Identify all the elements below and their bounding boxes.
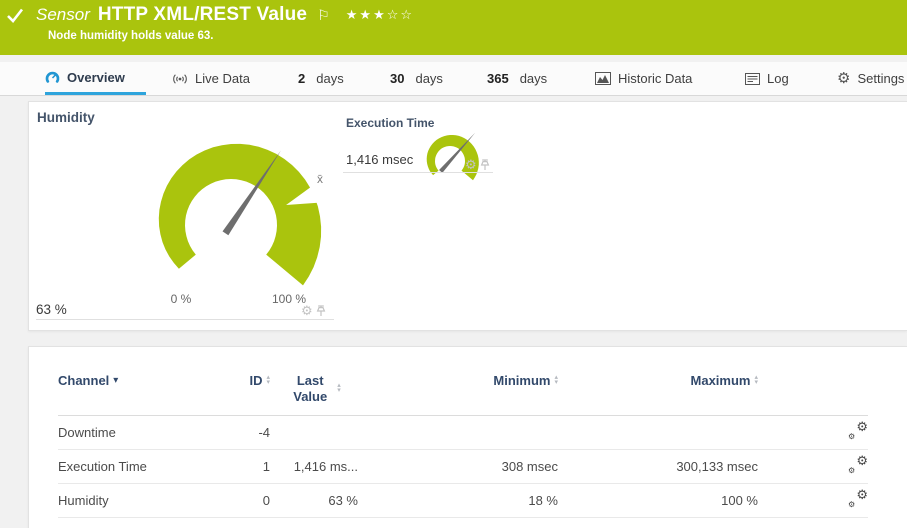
channel-table: Channel▾ ID▴▾ Last Value▴▾ Minimum▴▾ Max… (58, 373, 868, 518)
channel-settings-icon[interactable]: ⚙⚙ (847, 491, 868, 507)
channel-id: 0 (208, 484, 270, 518)
gear-icon[interactable]: ⚙ (465, 158, 477, 171)
gauge-average-marker: x̄ (317, 172, 323, 186)
tab-log[interactable]: Log (745, 62, 789, 95)
channel-id: -4 (208, 416, 270, 450)
log-icon (745, 73, 760, 85)
humidity-gauge (119, 124, 349, 324)
channel-name: Execution Time (58, 450, 208, 484)
live-signal-icon (172, 72, 188, 86)
sort-icon: ▴▾ (554, 376, 558, 385)
channel-id: 1 (208, 450, 270, 484)
tab-label: days (415, 71, 442, 86)
tab-365-days[interactable]: 365 days (487, 62, 547, 95)
sensor-kicker: Sensor (36, 5, 90, 25)
tab-2-days[interactable]: 2 days (298, 62, 344, 95)
channel-name: Humidity (58, 484, 208, 518)
tab-label: Live Data (195, 71, 250, 86)
channel-settings-icon[interactable]: ⚙⚙ (847, 423, 868, 439)
tab-number: 30 (390, 71, 404, 86)
tab-label: days (316, 71, 343, 86)
pin-icon[interactable] (316, 305, 326, 317)
priority-stars[interactable]: ★★★☆☆ (346, 7, 414, 23)
column-header-id[interactable]: ID▴▾ (208, 373, 270, 416)
gauge-icon (45, 70, 60, 85)
gear-icon: ⚙ (837, 71, 850, 86)
execution-time-panel-divider (343, 172, 493, 173)
status-check-icon (6, 7, 24, 24)
tab-label: Historic Data (618, 71, 692, 86)
channel-table-card: Channel▾ ID▴▾ Last Value▴▾ Minimum▴▾ Max… (28, 346, 907, 528)
tab-label: Settings (857, 71, 904, 86)
sensor-status-bar: Sensor HTTP XML/REST Value ⚐ ★★★☆☆ Node … (0, 0, 907, 55)
channel-maximum: 100 % (558, 484, 758, 518)
pin-icon[interactable] (480, 159, 490, 171)
channel-minimum: 18 % (358, 484, 558, 518)
tab-overview[interactable]: Overview (45, 62, 146, 95)
column-header-last-value[interactable]: Last Value▴▾ (270, 373, 358, 416)
channel-name: Downtime (58, 416, 208, 450)
channel-settings-icon[interactable]: ⚙⚙ (847, 457, 868, 473)
channel-minimum: 308 msec (358, 450, 558, 484)
channel-last-value: 1,416 ms... (270, 450, 358, 484)
gauges-card: Humidity 0 % 100 % x̄ 63 % ⚙ Execution T… (28, 101, 907, 331)
humidity-current-value: 63 % (36, 302, 67, 317)
sort-icon: ▴▾ (337, 384, 341, 393)
tab-label: Overview (67, 70, 125, 85)
table-row: Humidity 0 63 % 18 % 100 % ⚙⚙ (58, 484, 868, 518)
sensor-status-message: Node humidity holds value 63. (48, 30, 907, 42)
tab-bar: Overview Live Data 2 days 30 days 365 da… (0, 62, 907, 96)
column-header-actions (758, 373, 868, 416)
flag-icon[interactable]: ⚐ (317, 8, 330, 22)
channel-minimum (358, 416, 558, 450)
channel-last-value (270, 416, 358, 450)
tab-historic-data[interactable]: Historic Data (595, 62, 692, 95)
page-title: HTTP XML/REST Value (98, 4, 307, 26)
table-row: Execution Time 1 1,416 ms... 308 msec 30… (58, 450, 868, 484)
tab-label: days (520, 71, 547, 86)
column-header-channel[interactable]: Channel▾ (58, 373, 208, 416)
chart-icon (595, 72, 611, 85)
sort-icon: ▴▾ (266, 376, 270, 385)
sort-icon: ▴▾ (754, 376, 758, 385)
table-header-row: Channel▾ ID▴▾ Last Value▴▾ Minimum▴▾ Max… (58, 373, 868, 416)
tab-30-days[interactable]: 30 days (390, 62, 443, 95)
gear-icon[interactable]: ⚙ (301, 304, 313, 317)
channel-last-value: 63 % (270, 484, 358, 518)
table-row: Downtime -4 ⚙⚙ (58, 416, 868, 450)
tab-live-data[interactable]: Live Data (172, 62, 250, 95)
sensor-overview-page: Sensor HTTP XML/REST Value ⚐ ★★★☆☆ Node … (0, 0, 907, 528)
channel-maximum (558, 416, 758, 450)
channel-maximum: 300,133 msec (558, 450, 758, 484)
tab-number: 2 (298, 71, 305, 86)
humidity-panel-divider (36, 319, 334, 320)
humidity-panel-tools: ⚙ (301, 304, 326, 317)
tab-settings[interactable]: ⚙ Settings (837, 62, 904, 95)
execution-time-current-value: 1,416 msec (346, 152, 413, 167)
gauge-min-label: 0 % (159, 292, 203, 306)
humidity-gauge-title: Humidity (37, 110, 95, 125)
tab-label: Log (767, 71, 789, 86)
column-header-maximum[interactable]: Maximum▴▾ (558, 373, 758, 416)
execution-time-panel-tools: ⚙ (465, 158, 490, 171)
sort-desc-icon: ▾ (113, 375, 118, 386)
column-header-minimum[interactable]: Minimum▴▾ (358, 373, 558, 416)
tab-number: 365 (487, 71, 509, 86)
